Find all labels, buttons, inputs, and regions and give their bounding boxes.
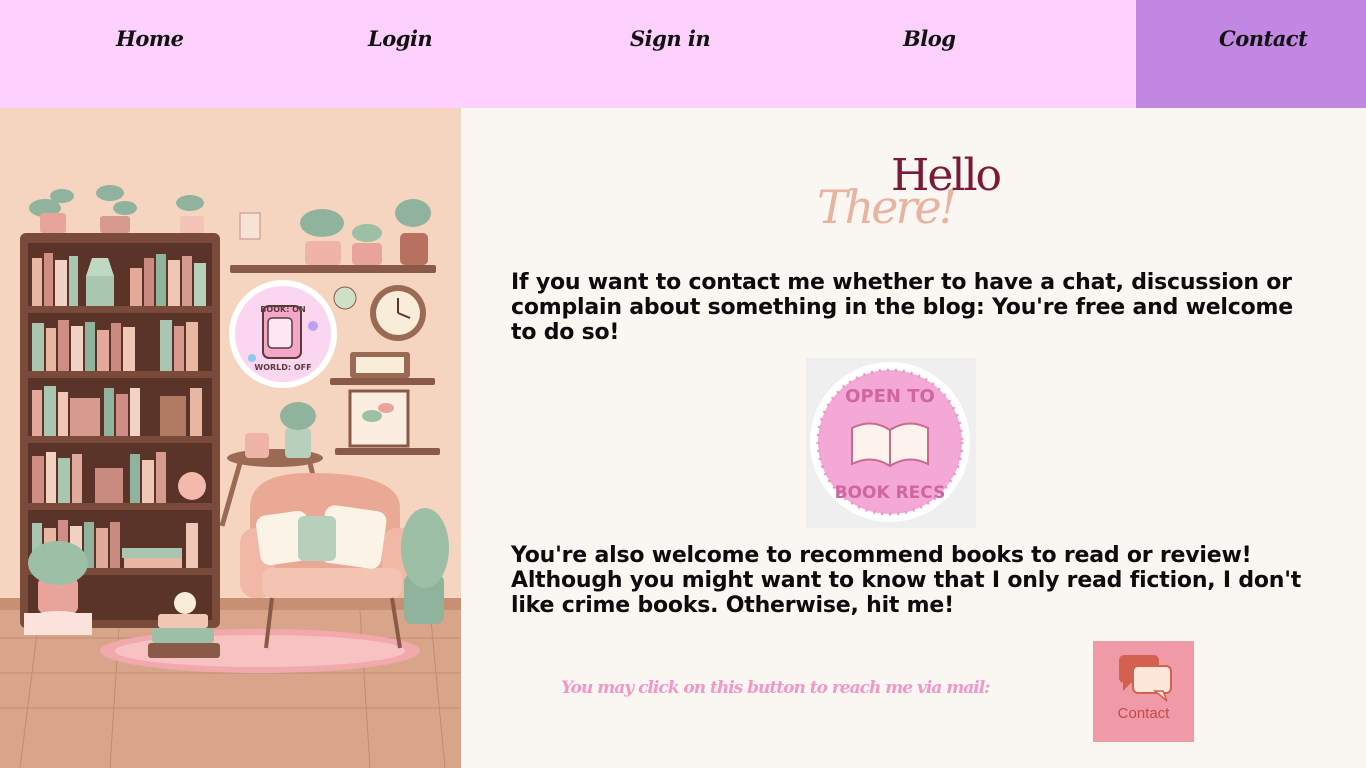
badge-art: OPEN TO BOOK RECS — [810, 362, 970, 522]
nav-sign-in[interactable]: Sign in — [630, 26, 711, 51]
intro-paragraph: If you want to contact me whether to hav… — [511, 270, 1293, 345]
contact-button-label: Contact — [1117, 705, 1170, 722]
open-to-book-recs-badge: OPEN TO BOOK RECS — [806, 358, 976, 528]
top-nav: Home Login Sign in Blog Contact — [0, 0, 1366, 108]
chat-bubbles-icon — [1119, 655, 1172, 702]
mail-note-text: You may click on this button to reach me… — [561, 678, 990, 698]
recommend-paragraph: You're also welcome to recommend books t… — [511, 543, 1302, 618]
nav-home[interactable]: Home — [116, 26, 184, 51]
cozy-reading-room-illustration: BOOK: ON WORLD: OFF — [0, 108, 461, 768]
nav-login[interactable]: Login — [368, 26, 433, 51]
svg-text:BOOK RECS: BOOK RECS — [835, 483, 946, 503]
nav-blog[interactable]: Blog — [903, 26, 956, 51]
book-on-world-off-sticker: BOOK: ON WORLD: OFF — [229, 280, 337, 388]
hello-there-heading: There! Hello — [817, 150, 1002, 245]
nav-contact[interactable]: Contact — [1219, 26, 1308, 51]
svg-text:OPEN TO: OPEN TO — [845, 386, 935, 407]
svg-text:BOOK: ON: BOOK: ON — [260, 305, 305, 314]
nav-active-highlight — [1136, 0, 1366, 108]
contact-mail-button[interactable]: Contact — [1093, 641, 1194, 742]
hello-serif-text: Hello — [891, 150, 1002, 201]
illustration-art: BOOK: ON WORLD: OFF — [0, 185, 461, 768]
svg-text:WORLD: OFF: WORLD: OFF — [254, 363, 311, 372]
